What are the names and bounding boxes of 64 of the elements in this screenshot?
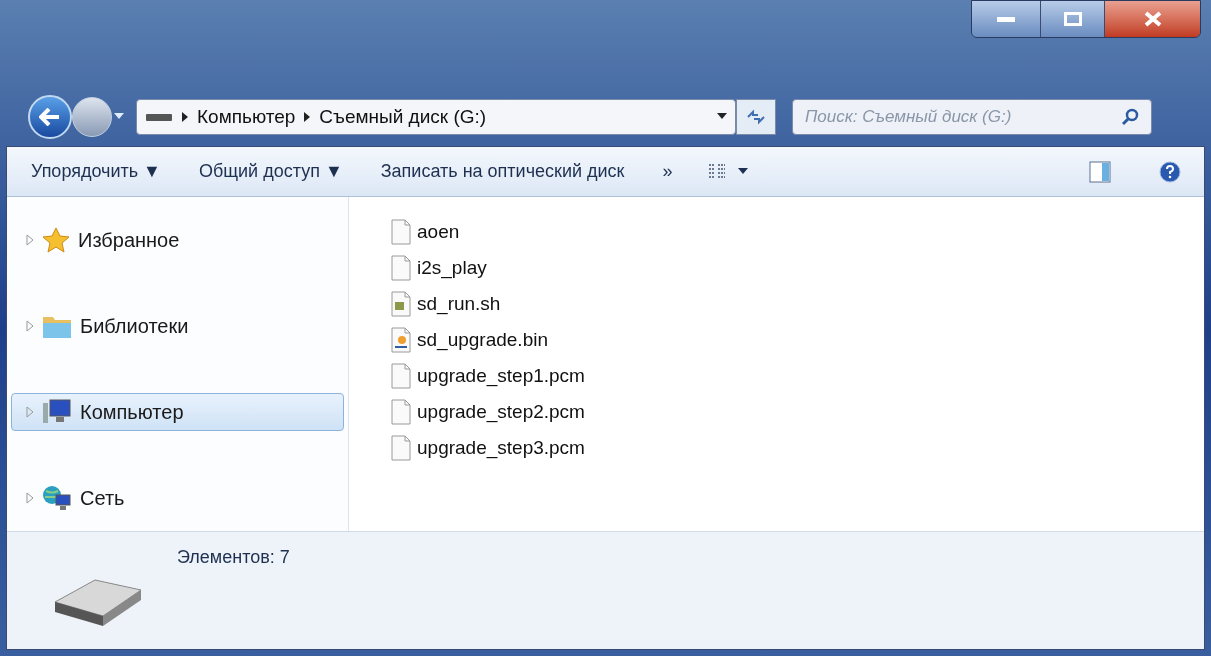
file-item[interactable]: sd_upgrade.bin — [391, 327, 1204, 353]
chevron-icon — [303, 112, 312, 122]
view-grid-icon — [708, 162, 727, 181]
history-caret-icon[interactable] — [114, 113, 124, 121]
star-icon — [42, 227, 70, 253]
caret-icon — [738, 167, 749, 176]
file-name: upgrade_step2.pcm — [417, 399, 585, 425]
toolbar-button[interactable]: Записать на оптический диск — [370, 153, 635, 190]
dropdown-caret-icon[interactable] — [717, 113, 727, 121]
file-item[interactable]: aoen — [391, 219, 1204, 245]
network-icon — [42, 485, 72, 511]
expand-arrow-icon[interactable] — [26, 406, 34, 418]
sidebar-item[interactable]: Сеть — [11, 479, 344, 517]
toolbar-button[interactable]: » — [652, 153, 683, 190]
chevron-icon — [181, 112, 189, 122]
file-item[interactable]: upgrade_step3.pcm — [391, 435, 1204, 461]
file-icon — [391, 399, 411, 425]
address-bar[interactable]: Компьютер Съемный диск (G:) — [136, 99, 736, 135]
refresh-button[interactable] — [736, 99, 776, 135]
breadcrumb[interactable]: Съемный диск (G:) — [319, 102, 487, 132]
sidebar-label: Компьютер — [80, 400, 184, 425]
expand-arrow-icon[interactable] — [26, 320, 34, 332]
help-icon — [1159, 160, 1181, 183]
forward-button[interactable] — [72, 97, 112, 137]
sidebar-label: Библиотеки — [80, 314, 189, 339]
file-name: upgrade_step3.pcm — [417, 435, 585, 461]
file-icon — [391, 291, 411, 317]
sidebar-item[interactable]: Библиотеки — [11, 307, 344, 345]
expand-arrow-icon[interactable] — [26, 492, 34, 504]
sidebar-item[interactable]: Избранное — [11, 221, 344, 259]
breadcrumb[interactable]: Компьютер — [197, 102, 296, 132]
file-icon — [391, 255, 411, 281]
sidebar-label: Избранное — [78, 228, 180, 253]
back-arrow-icon — [39, 108, 61, 126]
file-icon — [391, 327, 411, 353]
toolbar-button[interactable]: Упорядочить ▼ — [21, 153, 171, 190]
file-name: sd_run.sh — [417, 291, 501, 317]
file-item[interactable]: i2s_play — [391, 255, 1204, 281]
search-field[interactable]: Поиск: Съемный диск (G:) — [792, 99, 1152, 135]
file-item[interactable]: upgrade_step2.pcm — [391, 399, 1204, 425]
close-icon — [1143, 11, 1162, 27]
back-button[interactable] — [28, 95, 72, 139]
search-icon[interactable] — [1122, 108, 1140, 126]
computer-icon — [42, 399, 72, 425]
sidebar-item[interactable]: Компьютер — [11, 393, 344, 431]
file-item[interactable]: sd_run.sh — [391, 291, 1204, 317]
file-item[interactable]: upgrade_step1.pcm — [391, 363, 1204, 389]
maximize-button[interactable] — [1040, 1, 1104, 37]
close-button[interactable] — [1104, 1, 1200, 37]
file-name: sd_upgrade.bin — [417, 327, 548, 353]
file-name: i2s_play — [417, 255, 487, 281]
refresh-icon — [746, 109, 766, 125]
file-icon — [391, 363, 411, 389]
preview-pane-icon — [1089, 160, 1111, 183]
file-name: upgrade_step1.pcm — [417, 363, 585, 389]
minimize-button[interactable] — [972, 1, 1040, 37]
file-icon — [391, 219, 411, 245]
file-name: aoen — [417, 219, 460, 244]
drive-icon — [145, 112, 173, 122]
file-icon — [391, 435, 411, 461]
expand-arrow-icon[interactable] — [26, 234, 34, 246]
sidebar-label: Сеть — [80, 486, 125, 511]
item-count: Элементов: 7 — [177, 546, 290, 569]
toolbar-button[interactable]: Общий доступ ▼ — [188, 153, 353, 190]
